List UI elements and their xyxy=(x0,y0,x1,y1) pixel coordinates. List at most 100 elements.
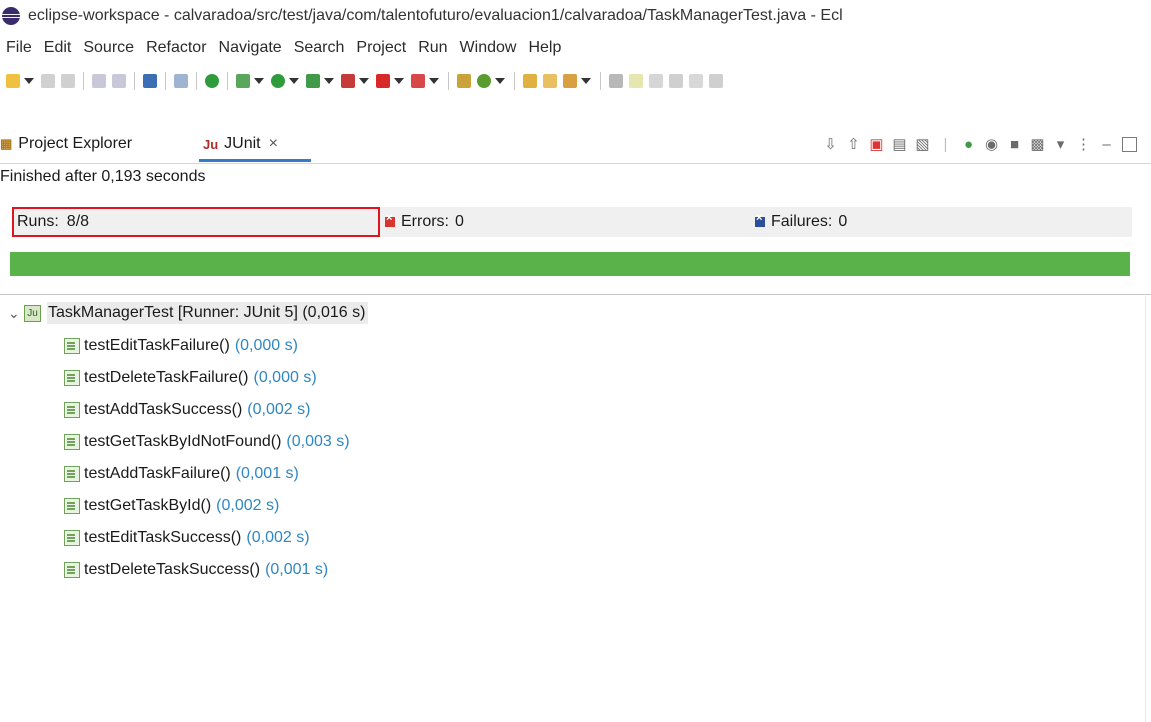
server-icon[interactable] xyxy=(411,74,425,88)
run-icon[interactable] xyxy=(271,74,285,88)
test-case-row[interactable]: testAddTaskSuccess() (0,002 s) xyxy=(64,396,310,424)
save-all-icon[interactable] xyxy=(61,74,75,88)
test-case-row[interactable]: testGetTaskByIdNotFound() (0,003 s) xyxy=(64,428,350,456)
show-whitespace-icon[interactable] xyxy=(709,74,723,88)
terminal-icon[interactable] xyxy=(143,74,157,88)
test-case-row[interactable]: testEditTaskSuccess() (0,002 s) xyxy=(64,524,310,552)
chevron-down-icon[interactable]: ⌄ xyxy=(8,305,22,322)
view-header: ▦ Project Explorer Ju JUnit × ⇩ ⇧ ▣ ▤ ▧ … xyxy=(0,120,1151,162)
failure-icon xyxy=(755,212,765,227)
show-failures-only-icon[interactable]: ▣ xyxy=(869,137,884,152)
tab-junit-label: JUnit xyxy=(224,135,261,152)
run-config-icon[interactable] xyxy=(306,74,320,88)
block-selection-icon[interactable] xyxy=(669,74,683,88)
test-case-row[interactable]: testEditTaskFailure() (0,000 s) xyxy=(64,332,298,360)
menu-help[interactable]: Help xyxy=(528,39,561,57)
test-pass-icon xyxy=(64,498,80,514)
close-icon[interactable]: × xyxy=(269,135,278,153)
test-case-row[interactable]: testAddTaskFailure() (0,001 s) xyxy=(64,460,299,488)
minimize-icon[interactable]: – xyxy=(1099,137,1114,152)
menu-file[interactable]: File xyxy=(6,39,32,57)
eclipse-logo-icon xyxy=(2,7,20,25)
menu-search[interactable]: Search xyxy=(294,39,345,57)
previous-failure-icon[interactable]: ⇧ xyxy=(846,137,861,152)
failures-label: Failures: xyxy=(771,213,833,230)
test-progress-bar xyxy=(10,252,1130,276)
stop-icon[interactable] xyxy=(376,74,390,88)
new-dropdown-icon[interactable] xyxy=(24,78,34,84)
toolbar-separator xyxy=(448,72,449,90)
open-task-icon[interactable] xyxy=(543,74,557,88)
new-icon[interactable] xyxy=(6,74,20,88)
errors-counter: Errors: 0 xyxy=(385,212,464,231)
search-dropdown-icon[interactable] xyxy=(581,78,591,84)
scroll-lock-icon[interactable]: ▧ xyxy=(915,137,930,152)
runs-label: Runs: xyxy=(17,213,59,230)
stop-test-icon[interactable]: ■ xyxy=(1007,137,1022,152)
tab-project-explorer[interactable]: ▦ Project Explorer xyxy=(0,129,196,159)
maximize-icon[interactable] xyxy=(1122,136,1137,152)
header-divider xyxy=(0,163,1151,164)
run-status: Finished after 0,193 seconds xyxy=(0,168,206,185)
menu-run[interactable]: Run xyxy=(418,39,447,57)
next-failure-icon[interactable]: ⇩ xyxy=(823,137,838,152)
main-toolbar xyxy=(0,64,1151,98)
test-pass-icon xyxy=(64,338,80,354)
external-tools-icon[interactable] xyxy=(341,74,355,88)
coverage-icon[interactable] xyxy=(205,74,219,88)
history-dropdown-icon[interactable]: ▾ xyxy=(1053,137,1068,152)
rerun-failed-first-icon[interactable]: ◉ xyxy=(984,137,999,152)
toolbar-separator xyxy=(514,72,515,90)
debug-icon[interactable] xyxy=(236,74,250,88)
scrollbar-edge[interactable] xyxy=(1145,296,1146,722)
search-icon[interactable] xyxy=(563,74,577,88)
forward-icon[interactable] xyxy=(112,74,126,88)
run-config-dropdown-icon[interactable] xyxy=(324,78,334,84)
toolbar-separator xyxy=(83,72,84,90)
server-dropdown-icon[interactable] xyxy=(429,78,439,84)
test-name: testEditTaskSuccess() xyxy=(84,529,242,546)
test-name: testDeleteTaskSuccess() xyxy=(84,561,261,578)
test-case-row[interactable]: testGetTaskById() (0,002 s) xyxy=(64,492,279,520)
menu-project[interactable]: Project xyxy=(356,39,406,57)
stop-dropdown-icon[interactable] xyxy=(394,78,404,84)
rerun-test-icon[interactable]: ● xyxy=(961,137,976,152)
save-icon[interactable] xyxy=(41,74,55,88)
test-case-row[interactable]: testDeleteTaskFailure() (0,000 s) xyxy=(64,364,317,392)
word-wrap-icon[interactable] xyxy=(689,74,703,88)
test-duration: (0,000 s) xyxy=(253,369,317,386)
annotation-icon[interactable] xyxy=(609,74,623,88)
test-duration: (0,000 s) xyxy=(234,337,298,354)
test-pass-icon xyxy=(64,434,80,450)
back-icon[interactable] xyxy=(92,74,106,88)
tab-project-explorer-label: Project Explorer xyxy=(18,135,133,152)
debug-dropdown-icon[interactable] xyxy=(254,78,264,84)
new-package-icon[interactable] xyxy=(457,74,471,88)
new-class-dropdown-icon[interactable] xyxy=(495,78,505,84)
toggle-mark-icon[interactable] xyxy=(649,74,663,88)
menu-source[interactable]: Source xyxy=(83,39,134,57)
run-dropdown-icon[interactable] xyxy=(289,78,299,84)
highlight-icon[interactable] xyxy=(629,74,643,88)
test-case-row[interactable]: testDeleteTaskSuccess() (0,001 s) xyxy=(64,556,328,584)
test-run-history-icon[interactable]: ▩ xyxy=(1030,137,1045,152)
show-skipped-icon[interactable]: ▤ xyxy=(892,137,907,152)
external-tools-dropdown-icon[interactable] xyxy=(359,78,369,84)
view-menu-icon[interactable]: ⋮ xyxy=(1076,137,1091,152)
skip-breakpoints-icon[interactable] xyxy=(174,74,188,88)
new-class-icon[interactable] xyxy=(477,74,491,88)
menu-refactor[interactable]: Refactor xyxy=(146,39,206,57)
tab-junit[interactable]: Ju JUnit × xyxy=(199,129,311,162)
test-suite-row[interactable]: ⌄ Ju TaskManagerTest [Runner: JUnit 5] (… xyxy=(8,300,369,326)
open-type-icon[interactable] xyxy=(523,74,537,88)
test-duration: (0,001 s) xyxy=(235,465,299,482)
test-duration: (0,003 s) xyxy=(286,433,350,450)
menu-edit[interactable]: Edit xyxy=(44,39,72,57)
toolbar-separator: | xyxy=(943,135,948,153)
sash-divider[interactable] xyxy=(0,294,1151,295)
test-suite-label: TaskManagerTest [Runner: JUnit 5] (0,016… xyxy=(47,302,369,324)
runs-value: 8/8 xyxy=(66,213,90,230)
toolbar-separator xyxy=(134,72,135,90)
menu-window[interactable]: Window xyxy=(460,39,517,57)
menu-navigate[interactable]: Navigate xyxy=(219,39,282,57)
